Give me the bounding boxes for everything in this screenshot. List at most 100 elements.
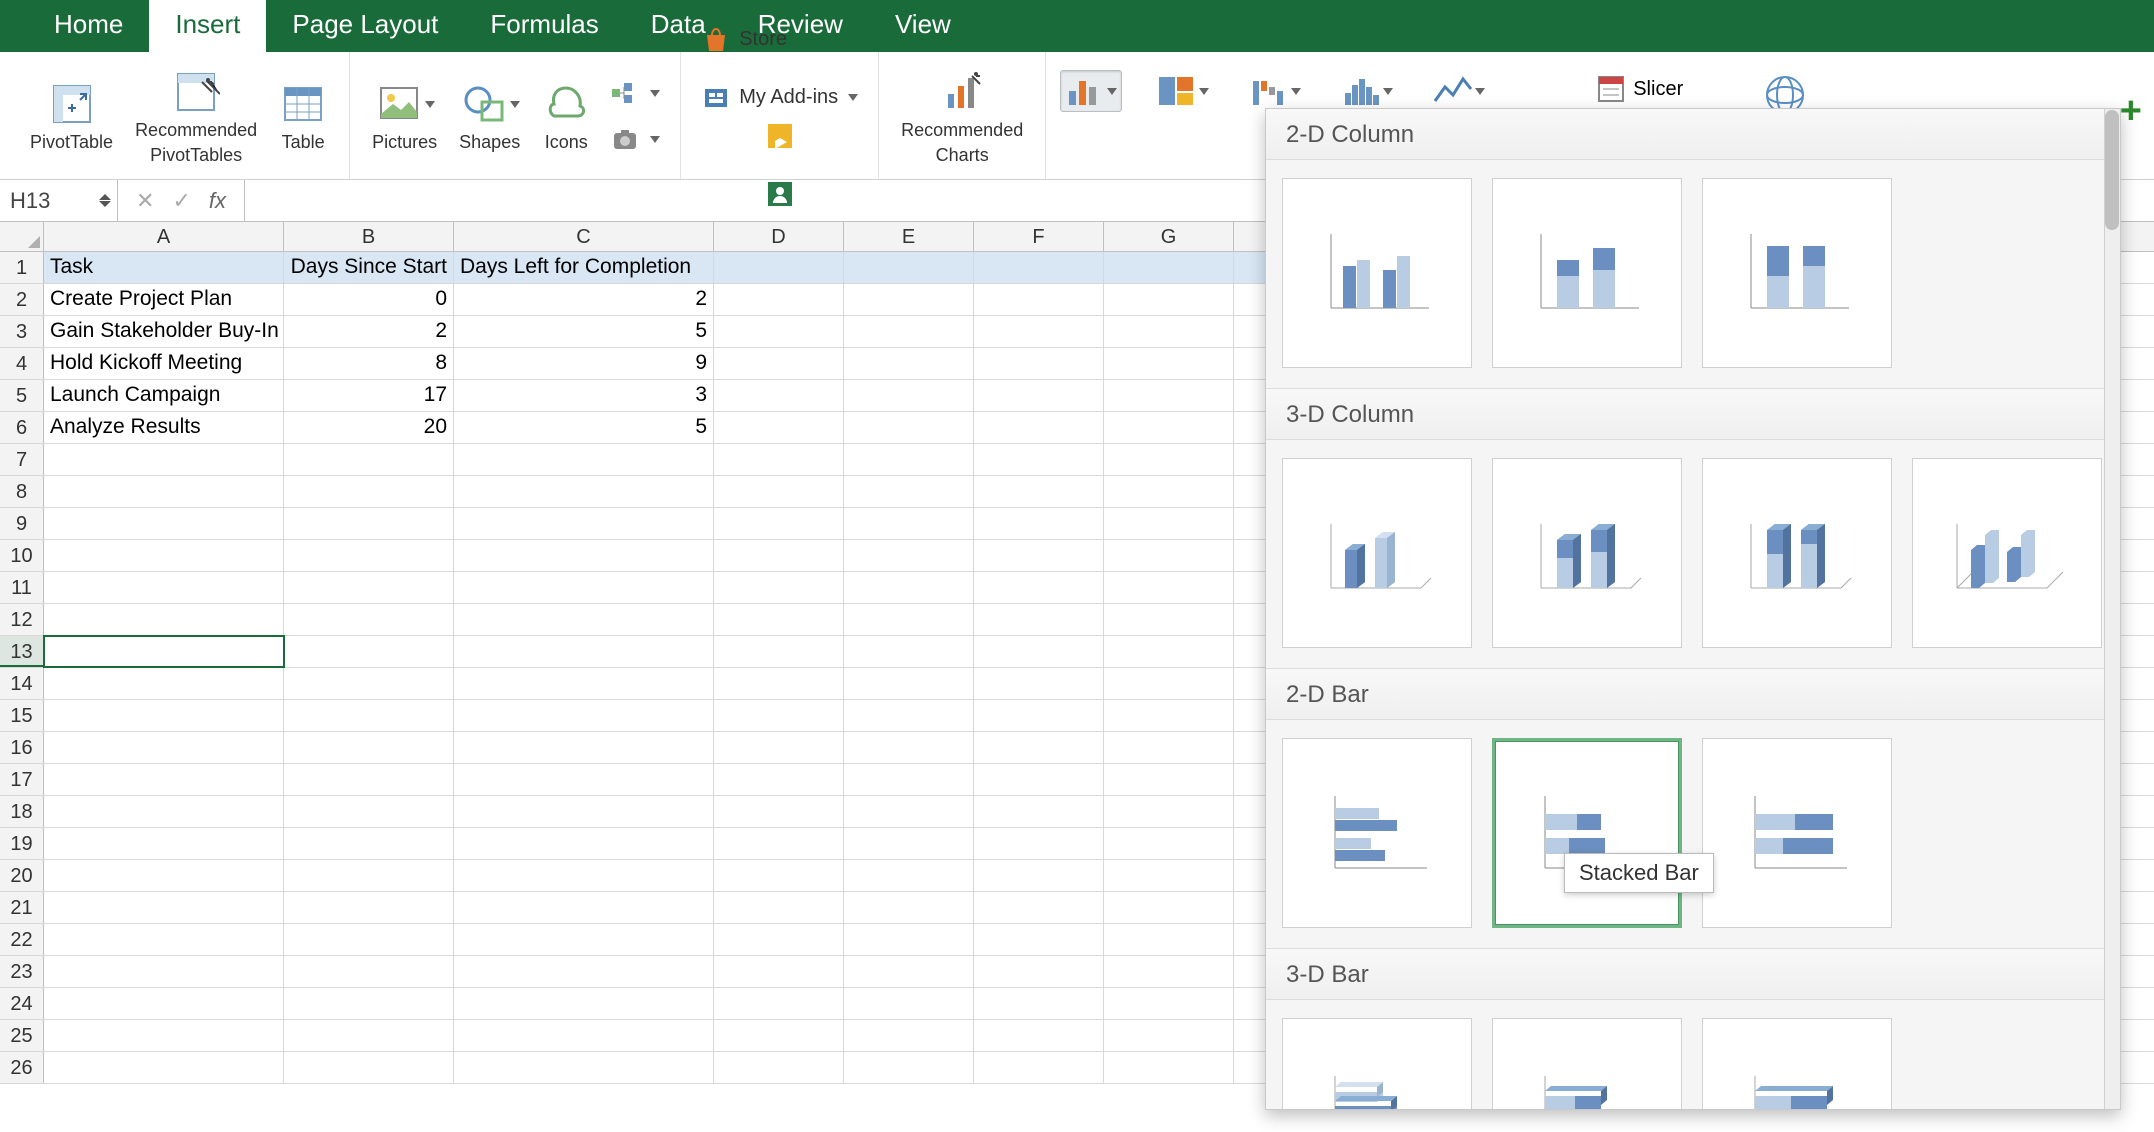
cell[interactable]	[44, 444, 284, 475]
cell[interactable]	[44, 604, 284, 635]
cell[interactable]	[714, 284, 844, 315]
row-header[interactable]: 15	[0, 700, 44, 731]
3d-clustered-bar-thumb[interactable]	[1282, 1018, 1472, 1110]
cell[interactable]	[284, 732, 454, 763]
100-stacked-column-thumb[interactable]	[1702, 178, 1892, 368]
3d-stacked-column-thumb[interactable]	[1492, 458, 1682, 648]
cell[interactable]	[284, 572, 454, 603]
tab-page-layout[interactable]: Page Layout	[266, 0, 464, 52]
cell[interactable]	[284, 860, 454, 891]
row-header[interactable]: 21	[0, 892, 44, 923]
cell[interactable]	[714, 668, 844, 699]
cell[interactable]	[454, 892, 714, 923]
cell[interactable]	[714, 924, 844, 955]
cell[interactable]	[714, 476, 844, 507]
cell[interactable]	[284, 924, 454, 955]
cell[interactable]	[44, 540, 284, 571]
row-header[interactable]: 26	[0, 1052, 44, 1083]
cell[interactable]	[454, 732, 714, 763]
cell[interactable]	[844, 668, 974, 699]
cell[interactable]	[284, 1052, 454, 1083]
cell[interactable]	[454, 956, 714, 987]
3d-column-thumb[interactable]	[1912, 458, 2102, 648]
row-header[interactable]: 20	[0, 860, 44, 891]
cell[interactable]	[44, 732, 284, 763]
row-header[interactable]: 16	[0, 732, 44, 763]
cell[interactable]	[844, 508, 974, 539]
cell[interactable]	[1104, 1052, 1234, 1083]
cell[interactable]	[974, 764, 1104, 795]
cell[interactable]: 0	[284, 284, 454, 315]
3d-100-stacked-column-thumb[interactable]	[1702, 458, 1892, 648]
cell[interactable]	[844, 860, 974, 891]
cell[interactable]	[454, 572, 714, 603]
row-header[interactable]: 4	[0, 348, 44, 379]
row-header[interactable]: 19	[0, 828, 44, 859]
cell[interactable]	[454, 604, 714, 635]
row-header[interactable]: 23	[0, 956, 44, 987]
cell[interactable]	[714, 732, 844, 763]
cell[interactable]	[844, 828, 974, 859]
cell[interactable]: 2	[284, 316, 454, 347]
cell[interactable]	[284, 1020, 454, 1051]
cell[interactable]	[44, 572, 284, 603]
row-header[interactable]: 3	[0, 316, 44, 347]
cell[interactable]	[1104, 252, 1234, 283]
cell[interactable]	[44, 476, 284, 507]
cell[interactable]	[974, 956, 1104, 987]
icons-button[interactable]: Icons	[534, 76, 598, 157]
cell[interactable]	[974, 316, 1104, 347]
cell[interactable]	[44, 700, 284, 731]
cell[interactable]	[44, 892, 284, 923]
cell[interactable]	[1104, 668, 1234, 699]
cell[interactable]	[1104, 700, 1234, 731]
namebox-spinner[interactable]	[99, 194, 111, 207]
cell[interactable]	[1104, 284, 1234, 315]
cell[interactable]	[844, 1052, 974, 1083]
cell[interactable]	[714, 892, 844, 923]
cell[interactable]	[974, 1052, 1104, 1083]
cell[interactable]	[454, 636, 714, 667]
cell[interactable]	[714, 380, 844, 411]
cell[interactable]	[1104, 348, 1234, 379]
100-stacked-bar-thumb[interactable]	[1702, 738, 1892, 928]
cell[interactable]	[714, 828, 844, 859]
cell[interactable]	[714, 1020, 844, 1051]
cell[interactable]	[454, 508, 714, 539]
cell[interactable]	[44, 988, 284, 1019]
cell[interactable]	[1104, 956, 1234, 987]
col-header-F[interactable]: F	[974, 222, 1104, 251]
cell[interactable]	[1104, 988, 1234, 1019]
cell[interactable]	[844, 956, 974, 987]
cell[interactable]	[454, 700, 714, 731]
cell[interactable]	[974, 572, 1104, 603]
cell[interactable]	[844, 252, 974, 283]
cell[interactable]: 17	[284, 380, 454, 411]
cell[interactable]	[714, 252, 844, 283]
cell[interactable]	[1104, 476, 1234, 507]
cell[interactable]	[844, 348, 974, 379]
cell[interactable]	[284, 988, 454, 1019]
cell[interactable]	[714, 636, 844, 667]
smartart-button[interactable]	[604, 75, 666, 113]
cell[interactable]	[1104, 892, 1234, 923]
cell[interactable]	[844, 476, 974, 507]
cell[interactable]	[1104, 796, 1234, 827]
cell[interactable]	[844, 924, 974, 955]
tab-insert[interactable]: Insert	[149, 0, 266, 52]
cell[interactable]	[844, 732, 974, 763]
row-header[interactable]: 22	[0, 924, 44, 955]
enter-icon[interactable]: ✓	[172, 188, 190, 214]
cell[interactable]	[844, 604, 974, 635]
cell[interactable]: Launch Campaign	[44, 380, 284, 411]
clustered-column-thumb[interactable]	[1282, 178, 1472, 368]
cell[interactable]	[714, 444, 844, 475]
add-button[interactable]: +	[2120, 90, 2142, 133]
cell[interactable]: Create Project Plan	[44, 284, 284, 315]
cell[interactable]	[44, 508, 284, 539]
my-addins-button[interactable]: My Add-ins	[695, 79, 864, 117]
cell[interactable]	[974, 860, 1104, 891]
col-header-C[interactable]: C	[454, 222, 714, 251]
cell[interactable]	[844, 284, 974, 315]
cell[interactable]	[974, 380, 1104, 411]
